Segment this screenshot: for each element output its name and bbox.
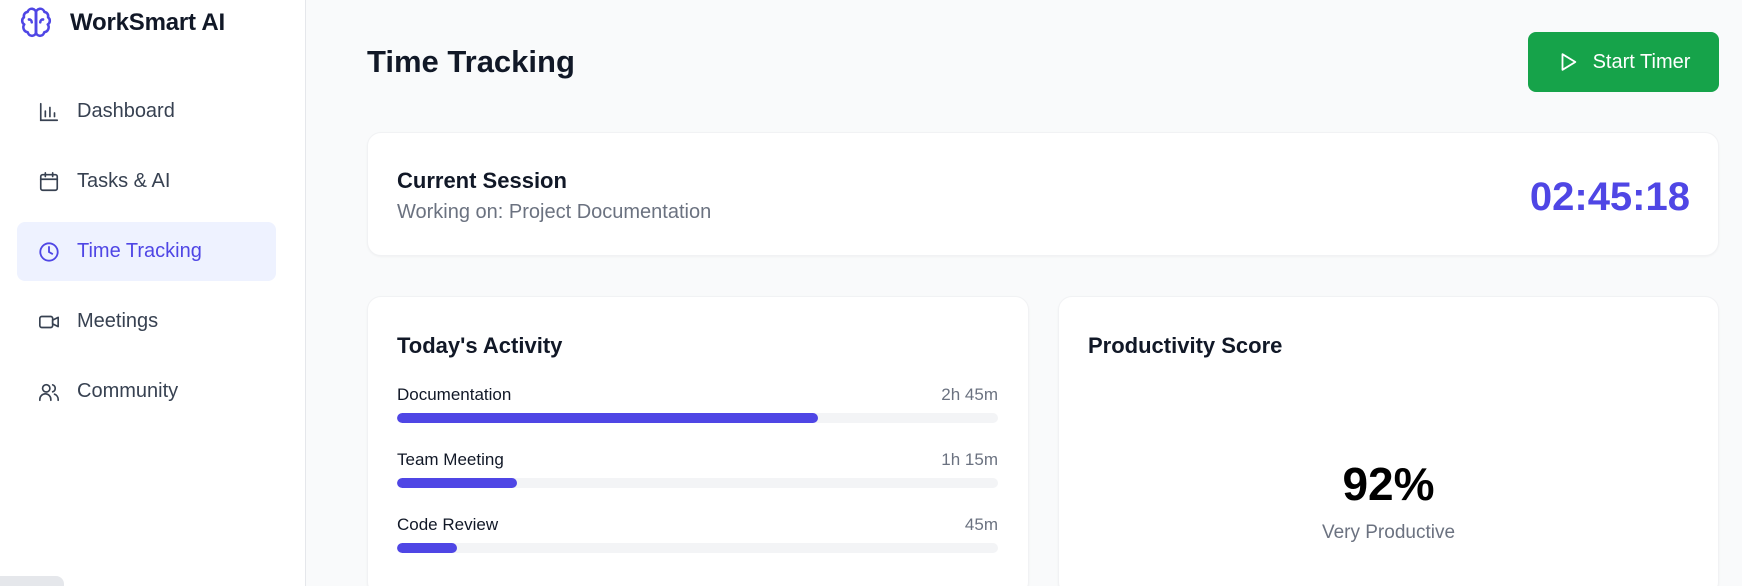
sidebar-item-dashboard[interactable]: Dashboard — [17, 82, 276, 141]
progress-fill — [397, 543, 458, 553]
sidebar-item-label: Dashboard — [77, 100, 175, 122]
sidebar-item-label: Time Tracking — [77, 240, 202, 262]
start-timer-label: Start Timer — [1592, 50, 1691, 73]
activity-item: Team Meeting 1h 15m — [397, 450, 998, 515]
sidebar: WorkSmart AI Dashboard Tasks & AI Time T… — [0, 0, 306, 586]
start-timer-button[interactable]: Start Timer — [1528, 32, 1719, 92]
sidebar-item-label: Meetings — [77, 310, 159, 332]
clock-icon — [37, 240, 61, 264]
activity-name: Team Meeting — [397, 450, 504, 469]
session-timer: 02:45:18 — [1529, 175, 1690, 219]
bar-chart-icon — [37, 100, 61, 124]
progress-fill — [397, 478, 518, 488]
app-root: WorkSmart AI Dashboard Tasks & AI Time T… — [0, 0, 1742, 586]
activity-name: Documentation — [397, 385, 512, 404]
progress-track — [397, 413, 998, 423]
progress-fill — [397, 413, 818, 423]
activity-item: Documentation 2h 45m — [397, 385, 998, 450]
productivity-score-value: 92% — [1342, 458, 1435, 510]
session-subtitle: Working on: Project Documentation — [397, 201, 712, 223]
productivity-score-label: Very Productive — [1321, 522, 1456, 543]
session-title: Current Session — [397, 168, 567, 193]
scrollbar-thumb[interactable] — [0, 576, 64, 586]
activity-list: Documentation 2h 45m Team Meeting 1h 15m… — [397, 385, 998, 580]
productivity-title: Productivity Score — [1088, 333, 1283, 358]
sidebar-nav: Dashboard Tasks & AI Time Tracking Meeti… — [17, 82, 276, 432]
sidebar-item-label: Community — [77, 380, 179, 402]
sidebar-item-community[interactable]: Community — [17, 362, 276, 421]
calendar-icon — [37, 170, 61, 194]
activity-time: 45m — [964, 515, 998, 534]
sidebar-item-label: Tasks & AI — [77, 170, 171, 192]
sidebar-item-tasks[interactable]: Tasks & AI — [17, 152, 276, 211]
activity-time: 1h 15m — [941, 450, 998, 469]
activity-title: Today's Activity — [397, 333, 563, 358]
current-session-card: Current Session Working on: Project Docu… — [367, 132, 1719, 256]
productivity-score-card: Productivity Score 92% Very Productive — [1058, 296, 1719, 586]
todays-activity-card: Today's Activity Documentation 2h 45m Te… — [367, 296, 1029, 586]
progress-track — [397, 543, 998, 553]
activity-name: Code Review — [397, 515, 499, 534]
app-name: WorkSmart AI — [70, 9, 225, 36]
video-icon — [37, 310, 61, 334]
brand[interactable]: WorkSmart AI — [18, 4, 225, 42]
page-title: Time Tracking — [367, 44, 575, 79]
sidebar-item-meetings[interactable]: Meetings — [17, 292, 276, 351]
sidebar-item-time-tracking[interactable]: Time Tracking — [17, 222, 276, 281]
activity-item: Code Review 45m — [397, 515, 998, 580]
play-icon — [1557, 51, 1579, 73]
users-icon — [37, 380, 61, 404]
progress-track — [397, 478, 998, 488]
activity-time: 2h 45m — [941, 385, 998, 404]
brain-icon — [18, 5, 54, 41]
